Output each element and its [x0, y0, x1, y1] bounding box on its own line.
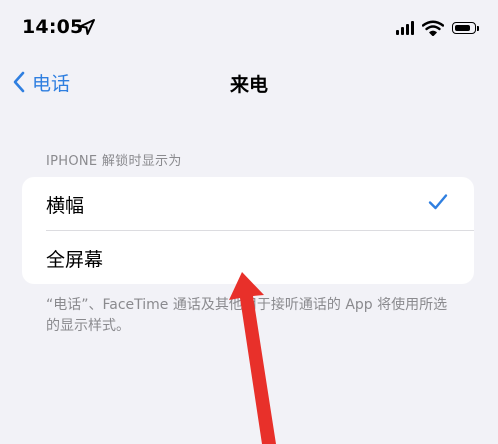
- battery-icon: [452, 22, 479, 34]
- option-banner-label: 横幅: [46, 195, 85, 217]
- navigation-bar: 电话 来电: [0, 60, 498, 104]
- option-banner[interactable]: 横幅: [22, 177, 474, 231]
- page-title: 来电: [229, 74, 268, 96]
- status-time: 14:05: [22, 16, 84, 38]
- status-icons: [396, 18, 479, 38]
- section-header: IPHONE 解锁时显示为: [46, 154, 182, 169]
- section-footer-note: “电话”、FaceTime 通话及其他用于接听通话的 App 将使用所选的显示样…: [46, 297, 448, 334]
- checkmark-icon: [428, 194, 448, 210]
- option-full-screen[interactable]: 全屏幕: [22, 231, 474, 284]
- location-arrow-icon: [79, 19, 95, 35]
- cellular-signal-icon: [396, 21, 414, 35]
- wifi-icon: [422, 20, 444, 36]
- option-full-screen-label: 全屏幕: [46, 249, 104, 271]
- status-bar: 14:05: [0, 0, 498, 56]
- display-style-options: 横幅 全屏幕: [22, 177, 474, 284]
- battery-level: [454, 24, 470, 31]
